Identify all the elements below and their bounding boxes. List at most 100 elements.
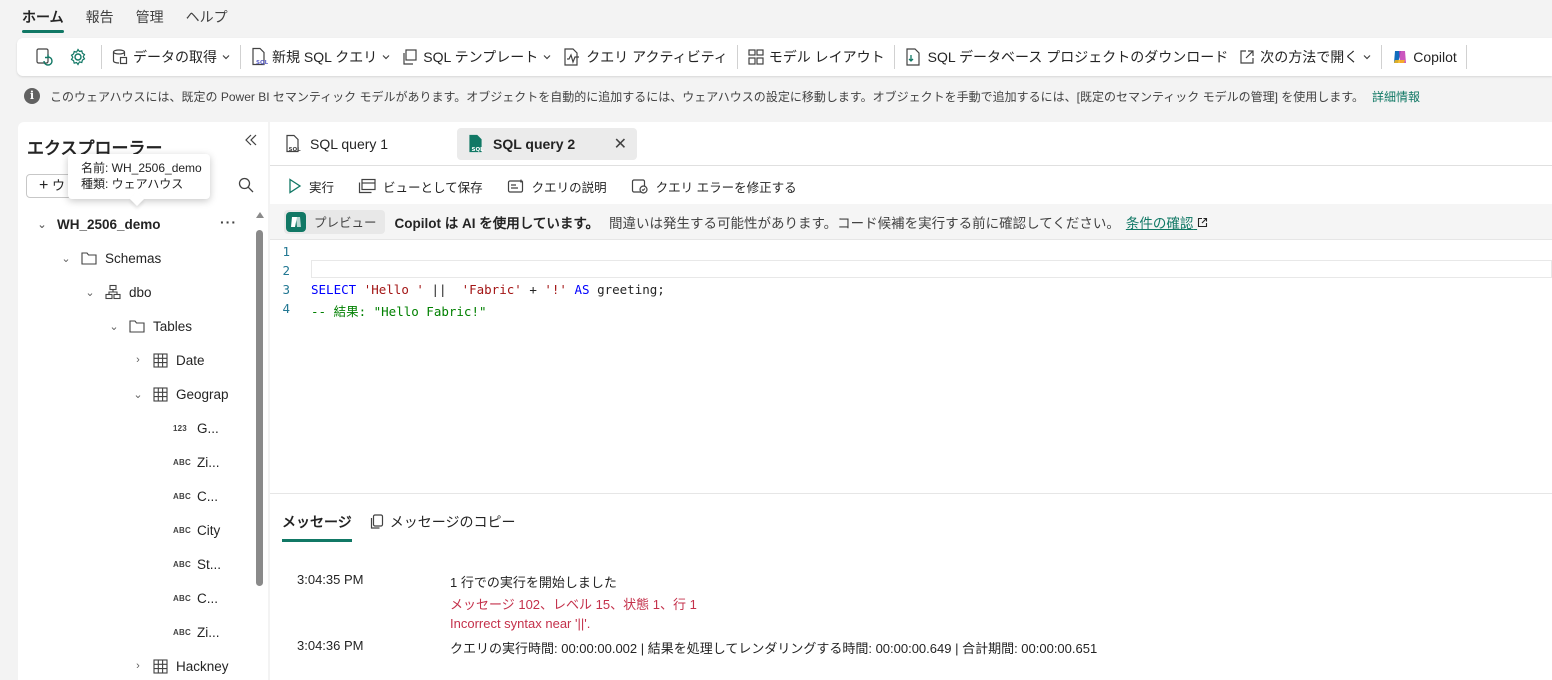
text-type-icon: ABC bbox=[173, 491, 191, 501]
column-row[interactable]: ABC City bbox=[173, 513, 220, 547]
fix-query-errors-button[interactable]: クエリ エラーを修正する bbox=[631, 177, 797, 196]
chevron-right-icon[interactable]: › bbox=[131, 660, 145, 672]
tab-label: SQL query 2 bbox=[493, 136, 576, 152]
review-terms-label: 条件の確認 bbox=[1125, 215, 1194, 231]
sql-editor[interactable]: 1 2 3 4 SELECT 'Hello ' || 'Fabric' + '!… bbox=[270, 240, 1552, 492]
column-name: City bbox=[197, 522, 221, 538]
message-text: クエリの実行時間: 00:00:00.002 | 結果を処理してレンダリングする… bbox=[450, 641, 1098, 656]
template-icon bbox=[403, 49, 417, 65]
run-label: 実行 bbox=[309, 180, 335, 195]
code-keyword: AS bbox=[574, 282, 590, 297]
editor-results-divider[interactable] bbox=[270, 493, 1552, 494]
search-button[interactable] bbox=[238, 177, 254, 196]
copilot-notice-text: 間違いは発生する可能性があります。コード候補を実行する前に確認してください。 bbox=[609, 215, 1120, 231]
query-editor-area: SQL SQL query 1 SQL SQL query 2 ✕ 実行 ビュー… bbox=[270, 122, 1552, 680]
scroll-thumb[interactable] bbox=[256, 230, 263, 586]
tree-node-date[interactable]: › Date bbox=[131, 343, 204, 377]
menu-tab-home[interactable]: ホーム bbox=[22, 7, 64, 36]
tree-node-tables[interactable]: ⌄ Tables bbox=[107, 309, 192, 343]
tab-messages[interactable]: メッセージ bbox=[282, 504, 352, 542]
chevron-right-icon[interactable]: › bbox=[131, 354, 145, 366]
run-button[interactable]: 実行 bbox=[288, 177, 334, 196]
explain-query-button[interactable]: クエリの説明 bbox=[507, 177, 607, 196]
close-icon[interactable]: ✕ bbox=[614, 134, 627, 154]
learn-more-link[interactable]: 詳細情報 bbox=[1372, 88, 1420, 105]
column-row[interactable]: ABC St... bbox=[173, 547, 221, 581]
error-message-text: Incorrect syntax near '||'. bbox=[450, 616, 591, 631]
chevron-down-icon[interactable]: ⌄ bbox=[107, 320, 121, 333]
gear-icon bbox=[70, 48, 86, 66]
query-toolbar: 実行 ビューとして保存 クエリの説明 クエリ エラーを修正する bbox=[270, 168, 821, 204]
info-text: このウェアハウスには、既定の Power BI セマンティック モデルがあります… bbox=[50, 89, 1365, 104]
ribbon-separator bbox=[101, 45, 102, 69]
more-options-button[interactable]: ··· bbox=[220, 214, 237, 230]
copilot-button[interactable]: Copilot bbox=[1386, 42, 1462, 72]
fix-query-errors-label: クエリ エラーを修正する bbox=[655, 180, 797, 195]
download-project-button[interactable]: SQL データベース プロジェクトのダウンロード bbox=[899, 42, 1234, 72]
menu-tab-help[interactable]: ヘルプ bbox=[186, 7, 228, 36]
get-data-button[interactable]: データの取得 bbox=[106, 42, 236, 72]
text-type-icon: ABC bbox=[173, 627, 191, 637]
tree-node-geography[interactable]: ⌄ Geograp bbox=[131, 377, 228, 411]
text-type-icon: ABC bbox=[173, 457, 191, 467]
explorer-scrollbar[interactable] bbox=[254, 212, 264, 680]
tree-node-hackney[interactable]: › Hackney bbox=[131, 649, 229, 680]
collapse-panel-button[interactable] bbox=[244, 133, 258, 152]
scroll-up-arrow-icon[interactable] bbox=[256, 212, 264, 218]
column-name: C... bbox=[197, 590, 219, 606]
column-row[interactable]: ABC C... bbox=[173, 479, 218, 513]
new-item-button[interactable]: + ウ bbox=[26, 174, 72, 198]
chevron-down-icon[interactable]: ⌄ bbox=[83, 286, 97, 299]
tab-sql-query-2[interactable]: SQL SQL query 2 ✕ bbox=[457, 128, 637, 160]
new-item-label: ウ bbox=[51, 178, 65, 193]
line-number: 2 bbox=[282, 263, 290, 278]
sql-template-button[interactable]: SQL テンプレート bbox=[396, 42, 557, 72]
copilot-notice-title: Copilot は AI を使用しています。 bbox=[394, 215, 599, 231]
model-layout-button[interactable]: モデル レイアウト bbox=[742, 42, 890, 72]
review-terms-link[interactable]: 条件の確認 bbox=[1126, 212, 1208, 232]
new-sql-query-button[interactable]: SQL 新規 SQL クエリ bbox=[245, 42, 396, 72]
play-icon bbox=[289, 178, 302, 194]
query-tabs: SQL SQL query 1 SQL SQL query 2 ✕ bbox=[270, 122, 1552, 166]
column-row[interactable]: ABC Zi... bbox=[173, 615, 220, 649]
code-keyword: SELECT bbox=[311, 282, 357, 297]
copy-messages-button[interactable]: メッセージのコピー bbox=[370, 504, 516, 540]
tables-label: Tables bbox=[153, 318, 193, 334]
refresh-button[interactable] bbox=[29, 42, 63, 72]
tree-node-schemas[interactable]: ⌄ Schemas bbox=[59, 241, 161, 275]
chevron-down-icon[interactable]: ⌄ bbox=[131, 388, 145, 401]
save-as-view-button[interactable]: ビューとして保存 bbox=[358, 177, 483, 196]
folder-icon bbox=[129, 320, 145, 333]
query-activity-button[interactable]: クエリ アクティビティ bbox=[557, 42, 733, 72]
menu-tab-reports[interactable]: 報告 bbox=[86, 7, 114, 36]
column-row[interactable]: 123 G... bbox=[173, 411, 219, 445]
double-chevron-left-icon bbox=[245, 134, 257, 146]
sql-file-icon: SQL bbox=[469, 134, 484, 153]
column-row[interactable]: ABC Zi... bbox=[173, 445, 220, 479]
plus-icon: + bbox=[39, 177, 49, 194]
database-icon bbox=[112, 49, 128, 65]
copy-messages-label: メッセージのコピー bbox=[389, 514, 516, 530]
numeric-type-icon: 123 bbox=[173, 423, 187, 433]
chevron-down-icon bbox=[543, 55, 551, 60]
tree-node-warehouse[interactable]: ⌄ WH_2506_demo bbox=[35, 207, 160, 241]
ribbon-separator bbox=[1465, 45, 1467, 69]
open-in-button[interactable]: 次の方法で開く bbox=[1233, 42, 1377, 72]
text-type-icon: ABC bbox=[173, 593, 191, 603]
hackney-table-label: Hackney bbox=[176, 658, 229, 674]
tab-sql-query-1[interactable]: SQL SQL query 1 bbox=[284, 128, 454, 160]
messages-tab-label: メッセージ bbox=[282, 514, 352, 530]
tree-node-dbo[interactable]: ⌄ dbo bbox=[83, 275, 151, 309]
schema-icon bbox=[105, 284, 121, 300]
code-string: 'Hello ' bbox=[363, 282, 424, 297]
model-layout-icon bbox=[748, 49, 764, 65]
menu-tab-manage[interactable]: 管理 bbox=[136, 7, 164, 36]
chevron-down-icon[interactable]: ⌄ bbox=[59, 252, 73, 265]
activity-icon bbox=[564, 48, 580, 66]
settings-button[interactable] bbox=[63, 42, 97, 72]
chevron-down-icon[interactable]: ⌄ bbox=[35, 218, 49, 231]
line-number: 4 bbox=[282, 301, 290, 316]
model-layout-label: モデル レイアウト bbox=[768, 49, 885, 65]
column-row[interactable]: ABC C... bbox=[173, 581, 218, 615]
ribbon: データの取得 SQL 新規 SQL クエリ SQL テンプレート クエリ アクテ… bbox=[17, 38, 1552, 76]
